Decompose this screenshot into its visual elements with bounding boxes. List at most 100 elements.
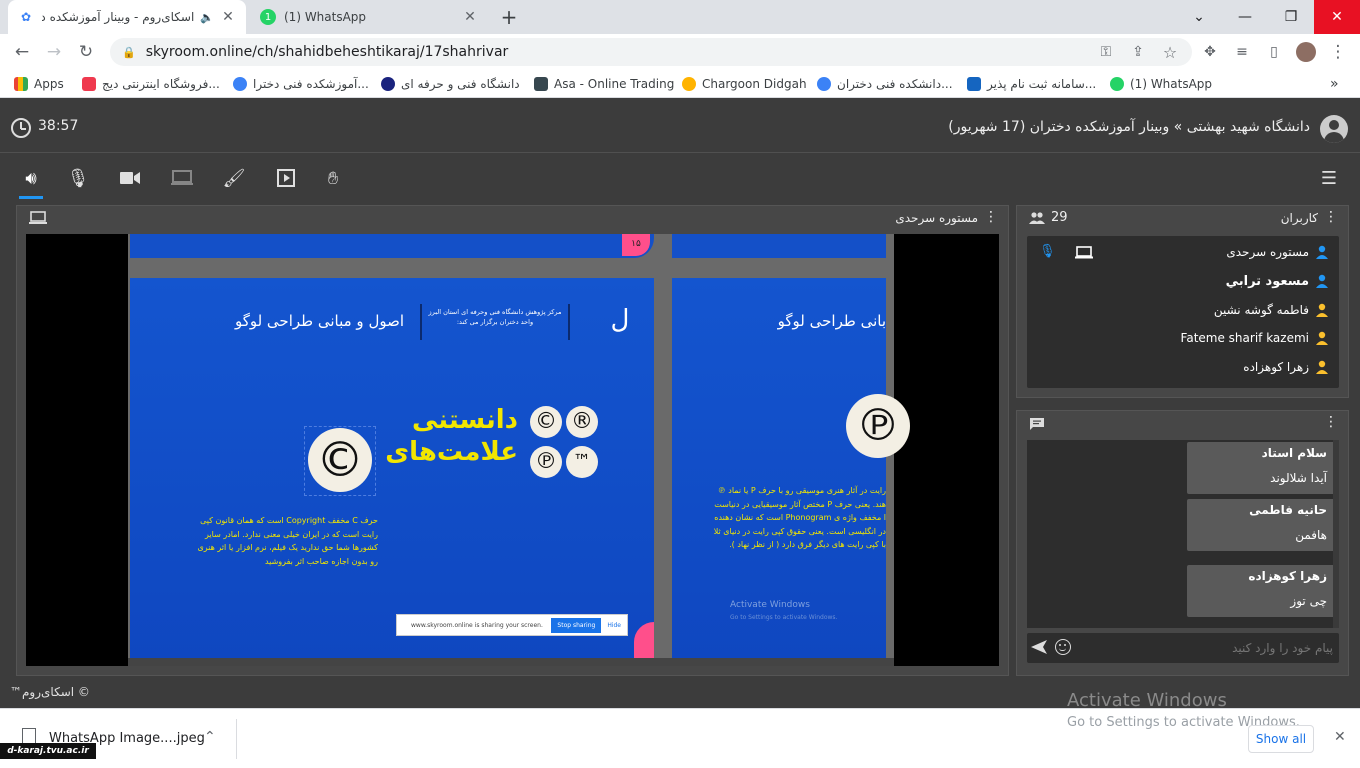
bookmark-item[interactable]: Asa - Online Trading xyxy=(534,75,674,93)
chat-message-input[interactable] xyxy=(1079,636,1333,660)
close-tab-icon[interactable]: ✕ xyxy=(462,9,478,25)
registration-icon xyxy=(967,77,981,91)
bookmark-label: دانشکده فنی دختران... xyxy=(837,77,953,91)
reload-button[interactable]: ↻ xyxy=(72,38,100,66)
tab-search-icon[interactable]: ⌄ xyxy=(1176,0,1222,34)
panel-menu-icon[interactable]: ⋮ xyxy=(1324,209,1338,225)
menu-icon[interactable]: ☰ xyxy=(1315,166,1343,190)
media-control-icon[interactable]: ≡ xyxy=(1228,38,1256,66)
chat-scrollbar[interactable] xyxy=(1333,440,1339,628)
skyroom-favicon-icon: ✿ xyxy=(20,10,32,24)
user-icon xyxy=(1315,331,1329,345)
university-logo: ل xyxy=(610,305,630,335)
bookmark-item[interactable]: آموزشکده فنی دخترا... xyxy=(233,75,369,93)
active-indicator xyxy=(19,196,43,199)
bookmark-item[interactable]: دانشگاه فنی و حرفه ای xyxy=(381,75,520,93)
bookmark-item[interactable]: Chargoon Didgah xyxy=(682,75,807,93)
chat-panel-header: ⋮ xyxy=(1017,411,1348,437)
main-slide: ل مرکز پژوهش دانشگاه فنی وحرفه ای استان … xyxy=(130,278,654,658)
address-bar[interactable]: 🔒 skyroom.online/ch/shahidbeheshtikaraj/… xyxy=(110,38,1192,66)
bookmark-item[interactable]: فروشگاه اینترنتی دیج... xyxy=(82,75,220,93)
slide-heading-line1: دانستنی xyxy=(411,405,518,435)
send-icon[interactable] xyxy=(1031,640,1047,657)
brush-icon[interactable]: 🖌︎ xyxy=(220,166,248,190)
close-window-button[interactable]: ✕ xyxy=(1314,0,1360,34)
forward-button[interactable]: → xyxy=(40,38,68,66)
speaker-icon[interactable]: 🔊︎ xyxy=(17,166,45,190)
sharing-notice-bar: www.skyroom.online is sharing your scree… xyxy=(396,614,628,636)
user-name: مستوره سرحدی xyxy=(1226,245,1309,259)
stop-sharing-button[interactable]: Stop sharing xyxy=(551,617,602,633)
tab-title: اسکای‌روم - وبینار آموزشکده دخ xyxy=(42,10,195,24)
new-tab-button[interactable]: + xyxy=(498,6,520,28)
slide-title: اصول و مبانی طراحی لوگو xyxy=(234,312,404,330)
user-row[interactable]: Fateme sharif kazemi xyxy=(1027,324,1339,352)
more-bookmarks-button[interactable]: » xyxy=(1330,75,1339,93)
bookmark-item[interactable]: دانشکده فنی دختران... xyxy=(817,75,953,93)
bookmark-apps[interactable]: Apps xyxy=(14,75,64,93)
share-icon[interactable]: ⇪ xyxy=(1124,38,1152,66)
bookmark-label: Chargoon Didgah xyxy=(702,77,807,91)
panel-header: مستوره سرحدی ⋮ xyxy=(17,206,1008,232)
maximize-button[interactable]: ❐ xyxy=(1268,0,1314,34)
raise-hand-icon[interactable]: ✋︎ xyxy=(319,166,347,190)
tab-skyroom[interactable]: ✿ اسکای‌روم - وبینار آموزشکده دخ 🔈 ✕ xyxy=(8,0,246,34)
bookmark-item[interactable]: سامانه ثبت نام پذیر... xyxy=(967,75,1096,93)
user-row[interactable]: مسعود ترابي xyxy=(1027,267,1339,295)
panel-menu-icon[interactable]: ⋮ xyxy=(1324,414,1338,430)
close-download-bar-icon[interactable]: ✕ xyxy=(1334,729,1346,745)
divider xyxy=(236,719,237,759)
copyright-symbol-large: © xyxy=(308,428,372,492)
asa-icon xyxy=(534,77,548,91)
user-row[interactable]: زهرا کوهزاده xyxy=(1027,353,1339,381)
minimize-button[interactable]: — xyxy=(1222,0,1268,34)
user-avatar-icon[interactable] xyxy=(1320,115,1348,143)
close-tab-icon[interactable]: ✕ xyxy=(220,9,236,25)
user-name: مسعود ترابي xyxy=(1225,274,1309,289)
user-icon xyxy=(1315,303,1329,317)
user-row[interactable]: 🎙︎ مستوره سرحدی xyxy=(1027,238,1339,266)
speaker-icon[interactable]: 🔈 xyxy=(200,11,214,24)
profile-avatar[interactable] xyxy=(1296,42,1316,62)
side-panel-icon[interactable]: ▯ xyxy=(1260,38,1288,66)
user-icon xyxy=(1315,360,1329,374)
skyroom-icon xyxy=(233,77,247,91)
user-name: زهرا کوهزاده xyxy=(1243,360,1309,374)
slide-heading-line2: علامت‌های xyxy=(385,437,518,467)
emoji-icon[interactable] xyxy=(1055,639,1071,655)
key-icon[interactable]: ⚿ xyxy=(1092,38,1120,66)
tab-whatsapp[interactable]: 1 (1) WhatsApp ✕ xyxy=(250,0,488,34)
chrome-menu-icon[interactable]: ⋮ xyxy=(1324,38,1352,66)
screen-share-icon[interactable] xyxy=(168,166,196,190)
presenter-taskbar xyxy=(128,658,894,666)
user-name: Fateme sharif kazemi xyxy=(1180,331,1309,345)
chat-message: سلام استاد آیدا شلالوند xyxy=(1187,442,1335,494)
media-play-icon[interactable] xyxy=(272,166,300,190)
bookmark-label: دانشگاه فنی و حرفه ای xyxy=(401,77,520,91)
chargoon-icon xyxy=(682,77,696,91)
sound-recording-symbol: ℗ xyxy=(530,446,562,478)
user-icon xyxy=(1315,274,1329,288)
user-icon xyxy=(1315,245,1329,259)
slide-page-number: ۱۵ xyxy=(622,234,650,256)
show-all-button[interactable]: Show all xyxy=(1248,725,1314,753)
back-button[interactable]: ← xyxy=(8,38,36,66)
bookmark-star-icon[interactable]: ☆ xyxy=(1156,38,1184,66)
camera-icon[interactable] xyxy=(116,166,144,190)
people-icon xyxy=(1029,212,1045,224)
slide-org-header: مرکز پژوهش دانشگاه فنی وحرفه ای استان ال… xyxy=(420,304,570,340)
mic-muted-icon[interactable]: 🎙︎ xyxy=(64,166,92,190)
url-text: skyroom.online/ch/shahidbeheshtikaraj/17… xyxy=(145,44,509,60)
chevron-up-icon[interactable]: ⌃ xyxy=(204,729,216,745)
bookmark-item[interactable]: (1) WhatsApp xyxy=(1110,75,1212,93)
screen-icon xyxy=(29,211,47,228)
user-row[interactable]: فاطمه گوشه نشین xyxy=(1027,296,1339,324)
panel-menu-icon[interactable]: ⋮ xyxy=(984,209,998,225)
chat-text: آیدا شلالوند xyxy=(1270,471,1327,485)
digikala-icon xyxy=(82,77,96,91)
extensions-icon[interactable]: ✥ xyxy=(1196,38,1224,66)
hide-button[interactable]: Hide xyxy=(601,622,627,629)
whatsapp-favicon-icon: 1 xyxy=(260,9,276,25)
university-icon xyxy=(381,77,395,91)
user-name: فاطمه گوشه نشین xyxy=(1213,303,1309,317)
